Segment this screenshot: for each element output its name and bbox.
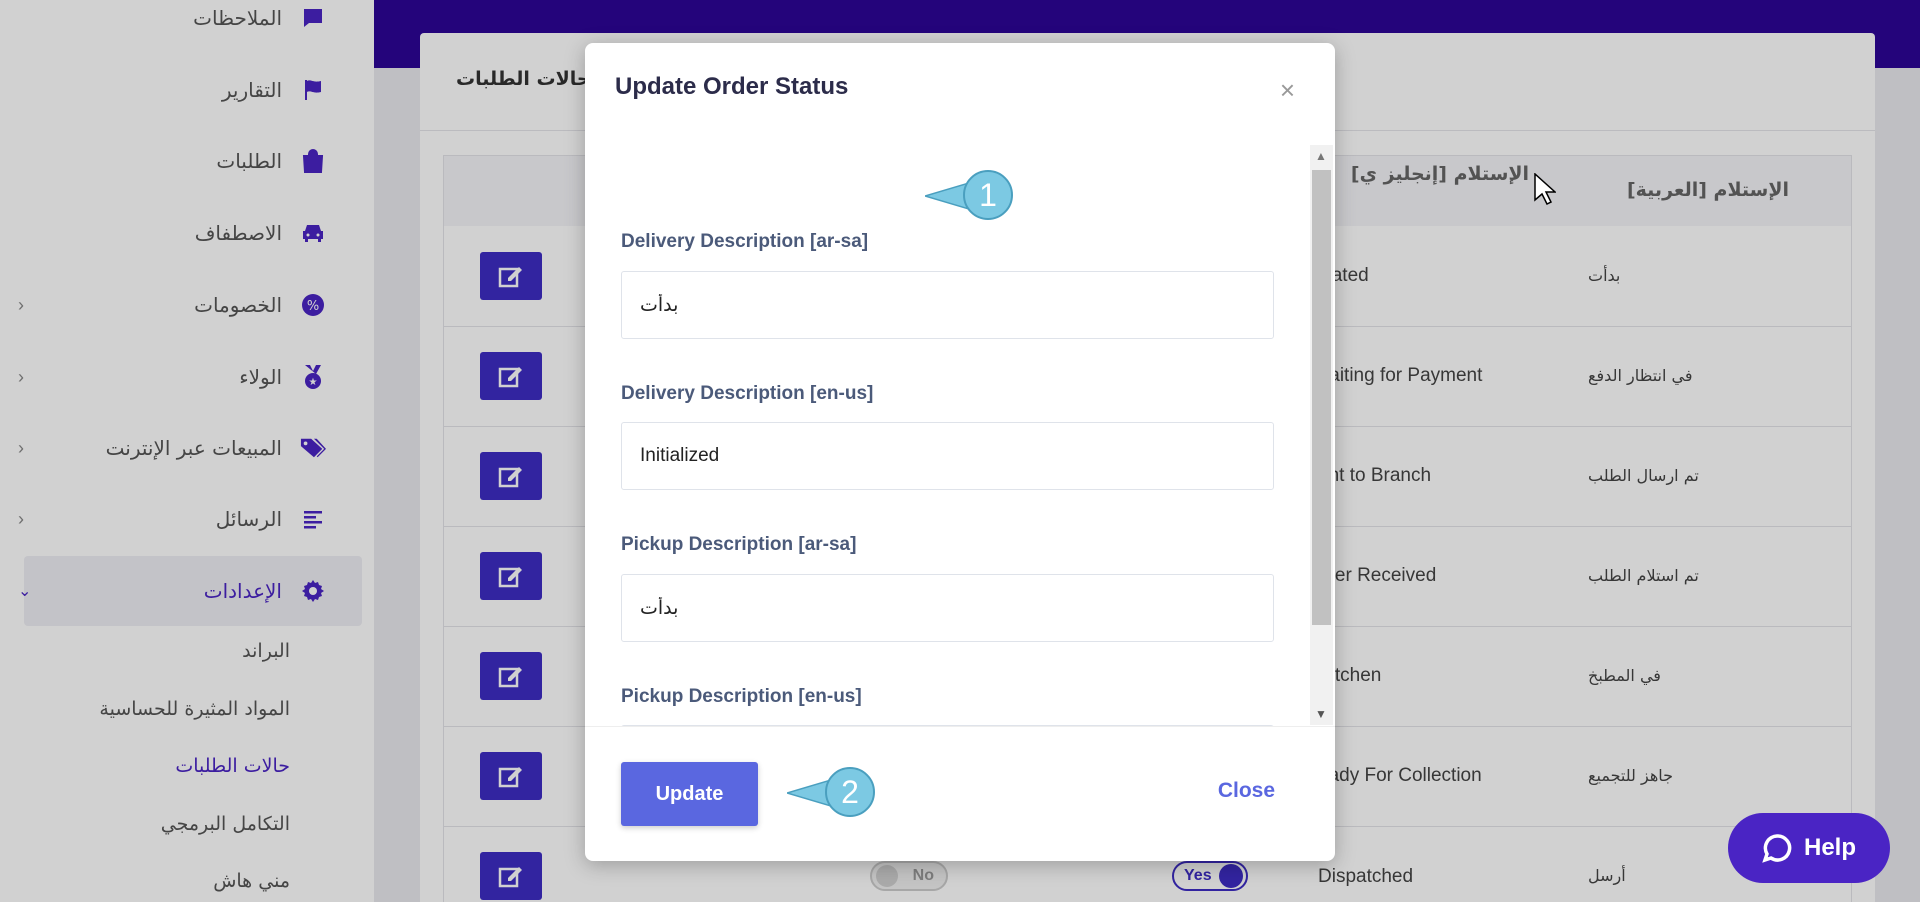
modal-footer-divider [585, 726, 1335, 727]
modal-scrollbar[interactable]: ▲ ▼ [1310, 145, 1333, 725]
callout-badge: 2 [825, 767, 875, 817]
modal-title: Update Order Status [615, 73, 849, 100]
update-order-status-modal: Update Order Status × Delivery Descripti… [585, 43, 1335, 861]
close-icon[interactable]: × [1280, 77, 1295, 103]
modal-body: Delivery Description [ar-sa] Delivery De… [585, 143, 1313, 726]
callout-badge: 1 [963, 170, 1013, 220]
field-label-pickup-ar: Pickup Description [ar-sa] [621, 534, 857, 555]
scroll-down-arrow-icon[interactable]: ▼ [1315, 707, 1327, 721]
field-label-pickup-en: Pickup Description [en-us] [621, 686, 862, 707]
chat-bubble-icon [1762, 834, 1792, 863]
help-button[interactable]: Help [1728, 813, 1890, 883]
scroll-up-arrow-icon[interactable]: ▲ [1315, 149, 1327, 163]
close-button[interactable]: Close [1218, 779, 1275, 803]
field-label-delivery-en: Delivery Description [en-us] [621, 383, 874, 404]
scrollbar-thumb[interactable] [1312, 170, 1331, 625]
help-label: Help [1803, 834, 1856, 861]
update-button[interactable]: Update [621, 762, 758, 826]
mouse-cursor-icon [1534, 172, 1557, 210]
pickup-description-ar-input[interactable] [621, 574, 1274, 642]
delivery-description-en-input[interactable] [621, 422, 1274, 490]
delivery-description-ar-input[interactable] [621, 271, 1274, 339]
field-label-delivery-ar: Delivery Description [ar-sa] [621, 231, 869, 252]
